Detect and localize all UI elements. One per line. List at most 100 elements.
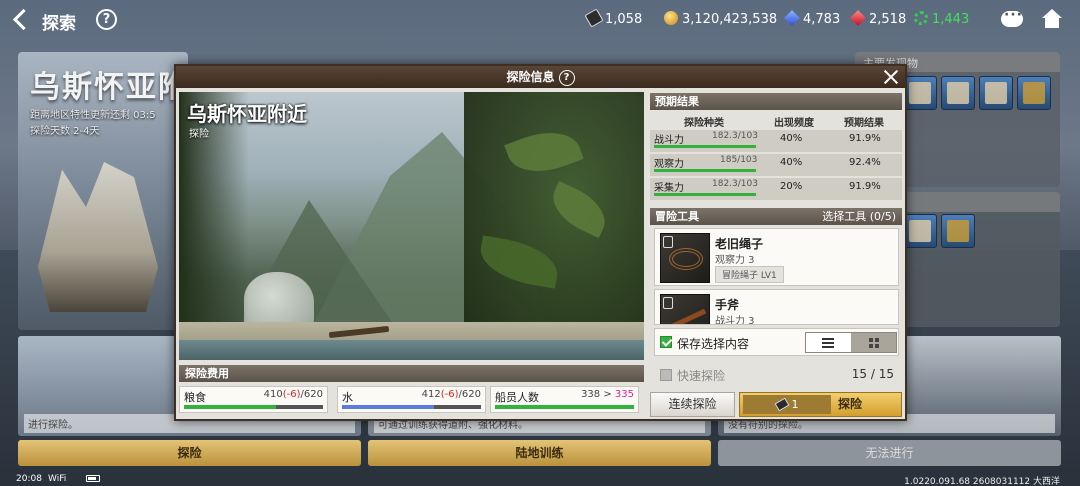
forecast-result: 92.4% [849,157,881,168]
forecast-score: 185/103 [720,155,758,165]
explore-button[interactable]: 探险 [18,440,361,466]
list-view-button[interactable] [806,333,851,352]
tool-name: 手斧 [715,298,740,312]
crew-label: 船员人数 [495,391,539,404]
green-gear-icon [914,11,928,25]
ticket-icon [584,8,604,28]
col-type: 探险种类 [684,118,724,129]
modal-header: 探险信息? [176,66,905,88]
reward-item-icon[interactable] [941,76,975,110]
col-result: 预期结果 [844,118,884,129]
region-title: 乌斯怀亚附 [30,70,190,105]
home-icon[interactable] [1041,9,1063,29]
reward-chest-icon[interactable] [1017,76,1051,110]
continuous-explore-button[interactable]: 连续探险 [650,392,735,417]
tool-card[interactable]: 老旧绳子 观察力 3 冒险绳子 LV1 [654,228,899,286]
top-bar: 探索 ? 1,058 3,120,423,538 4,783 2,518 1,4… [0,0,1080,40]
ticket-currency: 1,058 [584,8,642,29]
col-frequency: 出现频度 [774,118,814,129]
forecast-row: 战斗力 182.3/103 40% 91.9% [650,130,902,152]
start-explore-button[interactable]: 1 探险 [739,392,902,417]
explore-cost-value: 1 [791,398,799,411]
battery-icon [86,475,100,482]
quick-explore-row: 快速探险 15 / 15 [650,364,902,386]
forecast-result: 91.9% [849,181,881,192]
tool-stat: 战斗力 3 [715,316,755,325]
forecast-frequency: 20% [780,181,803,192]
version-text: 1.0220.091.68 2608031112 大西洋 [904,477,1060,486]
modal-help-icon[interactable]: ? [558,70,575,86]
water-bar [342,405,481,409]
ship-image [38,162,158,312]
water-cost-box: 水 412(-6)/620 [337,386,486,413]
blue-gem-currency: 4,783 [784,10,841,29]
axe-icon [660,294,710,324]
forecast-frequency: 40% [780,133,803,144]
blue-gem-value: 4,783 [803,12,841,27]
status-wifi: WiFi [48,474,67,484]
gear-value: 1,443 [932,12,970,27]
water-shape [179,340,644,360]
blue-gem-icon [784,10,800,26]
land-training-button[interactable]: 陆地训练 [368,440,711,466]
food-value: 410(-6)/620 [263,389,323,400]
lock-icon [663,297,673,309]
grid-view-button[interactable] [851,333,896,352]
expedition-name: 乌斯怀亚附近 [187,102,307,126]
tools-title: 冒险工具 [655,210,699,223]
cost-header: 探险费用 [179,365,644,382]
forecast-bar [654,145,756,148]
tool-card[interactable]: 手斧 战斗力 3 [654,289,899,325]
red-gem-icon [850,10,866,26]
chat-icon[interactable] [1001,7,1023,27]
tool-tag: 冒险绳子 LV1 [715,266,784,283]
expedition-tag: 探险 [189,129,209,140]
water-value: 412(-6)/620 [421,389,481,400]
forecast-score: 182.3/103 [712,131,758,141]
tool-stat: 观察力 3 [715,255,755,266]
modal-title: 探险信息 [506,70,555,84]
close-icon[interactable] [881,67,901,87]
food-label: 粮食 [184,391,206,404]
gold-currency: 3,120,423,538 [664,11,777,29]
unavailable-button: 无法进行 [718,440,1061,466]
forecast-type: 观察力 [654,159,684,170]
forecast-bar [654,193,756,196]
forecast-score: 182.3/103 [712,179,758,189]
expedition-scene-image: 乌斯怀亚附近 探险 [179,92,644,360]
forecast-bar [654,169,756,172]
forecast-header: 预期结果 [650,93,902,110]
region-days: 探险天数 2-4天 [30,126,100,137]
save-selection-row: 保存选择内容 [654,328,899,356]
tool-name: 老旧绳子 [715,237,764,251]
forecast-result: 91.9% [849,133,881,144]
food-bar [184,405,323,409]
forecast-row: 采集力 182.3/103 20% 91.9% [650,178,902,200]
quick-explore-count: 15 / 15 [851,367,894,381]
select-tools-link[interactable]: 选择工具 (0/5) [822,208,896,225]
forecast-table-header: 探险种类 出现频度 预期结果 [650,112,902,129]
start-explore-label: 探险 [838,397,863,411]
crew-bar [495,405,634,409]
gold-value: 3,120,423,538 [682,12,778,27]
reward-chest-icon[interactable] [941,214,975,248]
lock-icon [663,236,673,248]
help-icon[interactable]: ? [96,9,117,30]
reward-item-icon[interactable] [903,214,937,248]
expedition-info-modal: 探险信息? 乌斯怀亚附近 探险 探险费用 粮食 410(-6)/620 水 41… [174,64,907,421]
food-cost-box: 粮食 410(-6)/620 [179,386,328,413]
ticket-icon [774,397,789,412]
rope-icon [660,233,710,283]
reward-item-icon[interactable] [979,76,1013,110]
explore-cost: 1 [743,395,831,414]
forecast-type: 采集力 [654,183,684,194]
quick-explore-checkbox[interactable] [660,369,672,381]
forecast-table: 探险种类 出现频度 预期结果 战斗力 182.3/103 40% 91.9% 观… [650,112,902,200]
tools-header: 冒险工具 选择工具 (0/5) [650,208,902,225]
view-toggle [805,332,897,353]
save-selection-checkbox[interactable] [660,336,672,348]
back-button[interactable] [12,8,30,32]
save-selection-label: 保存选择内容 [677,337,750,351]
reward-item-icon[interactable] [903,76,937,110]
red-gem-currency: 2,518 [850,10,906,29]
